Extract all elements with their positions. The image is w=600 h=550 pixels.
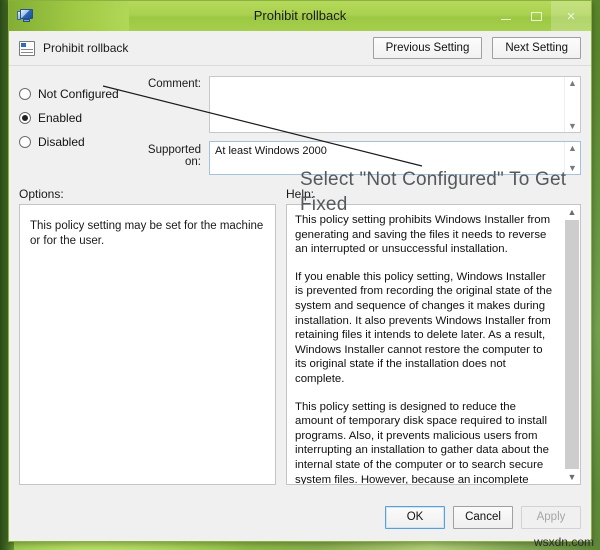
maximize-button[interactable]: [521, 1, 551, 31]
scroll-up-icon: ▲: [568, 78, 577, 88]
apply-button: Apply: [521, 505, 581, 529]
radio-not-configured-label: Not Configured: [38, 87, 119, 101]
panels-row: This policy setting may be set for the m…: [9, 204, 591, 485]
supported-on-value: At least Windows 2000: [215, 145, 327, 157]
radio-enabled-label: Enabled: [38, 111, 83, 125]
window-titlebar: Prohibit rollback ×: [9, 1, 591, 31]
setting-header-bar: Prohibit rollback Previous Setting Next …: [9, 31, 591, 66]
options-label: Options:: [19, 187, 64, 201]
cancel-button[interactable]: Cancel: [453, 505, 513, 529]
supported-on-row: Supported on: At least Windows 2000 ▲ ▼: [131, 133, 581, 175]
scroll-down-icon: ▼: [568, 163, 577, 173]
policy-setting-window: Prohibit rollback × Prohibit rollback Pr…: [8, 0, 592, 542]
watermark: wsxdn.com: [533, 535, 594, 549]
ok-button[interactable]: OK: [385, 505, 445, 529]
comment-input[interactable]: ▲ ▼: [209, 76, 581, 133]
help-label: Help:: [286, 187, 315, 201]
radio-not-configured[interactable]: Not Configured: [19, 82, 131, 106]
window-controls: ×: [491, 1, 591, 31]
policy-setting-icon: [19, 40, 35, 56]
supported-on-input[interactable]: At least Windows 2000 ▲ ▼: [209, 141, 581, 175]
next-setting-button[interactable]: Next Setting: [492, 37, 581, 59]
dialog-footer: OK Cancel Apply: [9, 493, 591, 541]
comment-row: Comment: ▲ ▼: [131, 76, 581, 133]
fields-column: Comment: ▲ ▼ Supported on: At least Wind…: [131, 76, 581, 175]
help-panel: This policy setting prohibits Windows In…: [286, 204, 581, 485]
state-and-comment-area: Not Configured Enabled Disabled Comment:: [9, 66, 591, 175]
radio-disabled-label: Disabled: [38, 135, 85, 149]
previous-setting-button[interactable]: Previous Setting: [372, 37, 483, 59]
state-radio-group: Not Configured Enabled Disabled: [19, 76, 131, 175]
radio-disabled[interactable]: Disabled: [19, 130, 131, 154]
setting-name: Prohibit rollback: [43, 41, 129, 55]
help-paragraph: If you enable this policy setting, Windo…: [295, 270, 553, 385]
close-button[interactable]: ×: [551, 1, 591, 31]
comment-value: [210, 77, 580, 83]
radio-enabled-indicator: [19, 112, 31, 124]
radio-not-configured-indicator: [19, 88, 31, 100]
radio-disabled-indicator: [19, 136, 31, 148]
scroll-up-icon: ▲: [568, 143, 577, 153]
close-icon: ×: [566, 7, 576, 25]
help-text: This policy setting prohibits Windows In…: [287, 205, 563, 485]
radio-enabled[interactable]: Enabled: [19, 106, 131, 130]
scroll-down-icon[interactable]: ▼: [568, 470, 577, 484]
supported-on-scrollbar[interactable]: ▲ ▼: [564, 142, 580, 174]
minimize-icon: [501, 18, 511, 20]
setting-nav-buttons: Previous Setting Next Setting: [372, 37, 581, 59]
maximize-icon: [530, 11, 542, 21]
help-paragraph: This policy setting prohibits Windows In…: [295, 214, 551, 256]
scroll-down-icon: ▼: [568, 121, 577, 131]
help-scrollbar-thumb[interactable]: [565, 220, 579, 469]
options-text: This policy setting may be set for the m…: [30, 220, 264, 247]
computer-monitor-icon: [17, 8, 34, 24]
help-scrollbar[interactable]: ▲ ▼: [564, 205, 580, 484]
minimize-button[interactable]: [491, 1, 521, 31]
comment-label: Comment:: [147, 78, 201, 90]
window-content: Not Configured Enabled Disabled Comment:: [9, 66, 591, 493]
panel-labels-row: Options: Help:: [9, 175, 591, 204]
comment-scrollbar[interactable]: ▲ ▼: [564, 77, 580, 132]
supported-on-label: Supported on:: [147, 144, 201, 168]
scroll-up-icon[interactable]: ▲: [568, 205, 577, 219]
help-paragraph: This policy setting is designed to reduc…: [295, 400, 549, 485]
options-panel: This policy setting may be set for the m…: [19, 204, 276, 485]
